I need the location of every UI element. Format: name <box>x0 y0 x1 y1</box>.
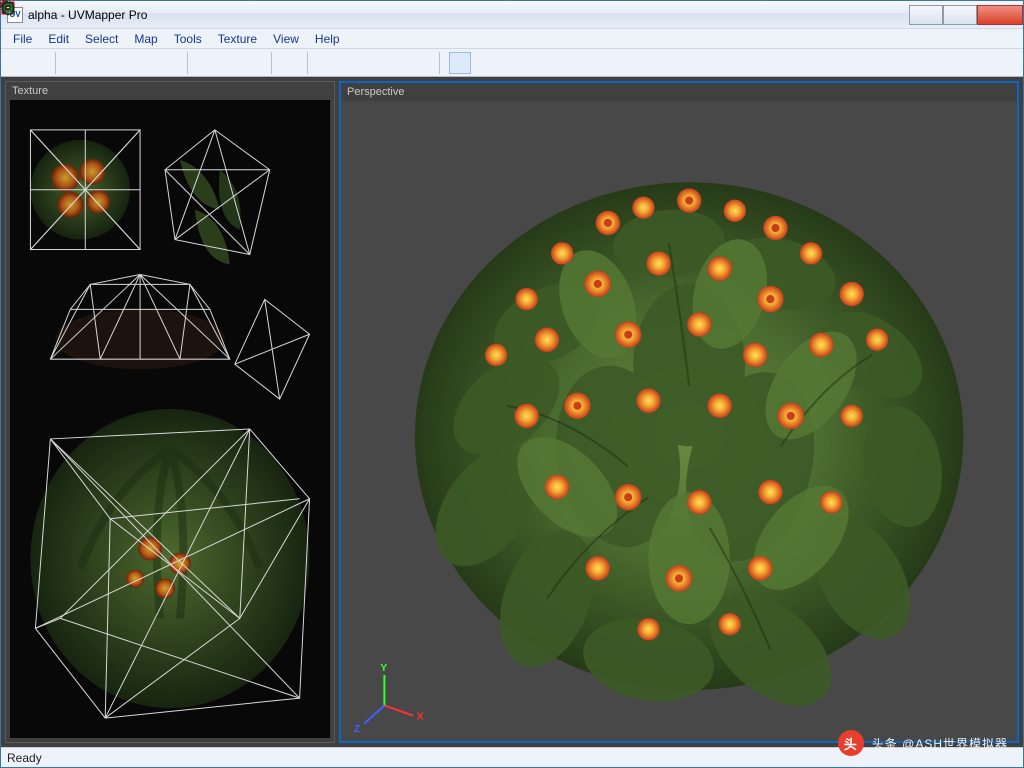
uv-wireframe <box>10 100 330 738</box>
refresh-icon[interactable] <box>449 52 471 74</box>
perspective-panel: Perspective <box>339 81 1019 743</box>
perspective-viewport[interactable]: X Y Z <box>341 101 1017 741</box>
perspective-render: X Y Z <box>341 101 1017 741</box>
toolbar <box>1 49 1023 77</box>
svg-text:X: X <box>417 712 424 723</box>
svg-text:Y: Y <box>380 663 387 674</box>
workspace: Texture <box>1 77 1023 747</box>
app-window: UV alpha - UVMapper Pro File Edit Select… <box>0 0 1024 768</box>
svg-text:Z: Z <box>354 724 360 735</box>
texture-panel: Texture <box>5 81 335 743</box>
texture-viewport[interactable] <box>10 100 330 738</box>
